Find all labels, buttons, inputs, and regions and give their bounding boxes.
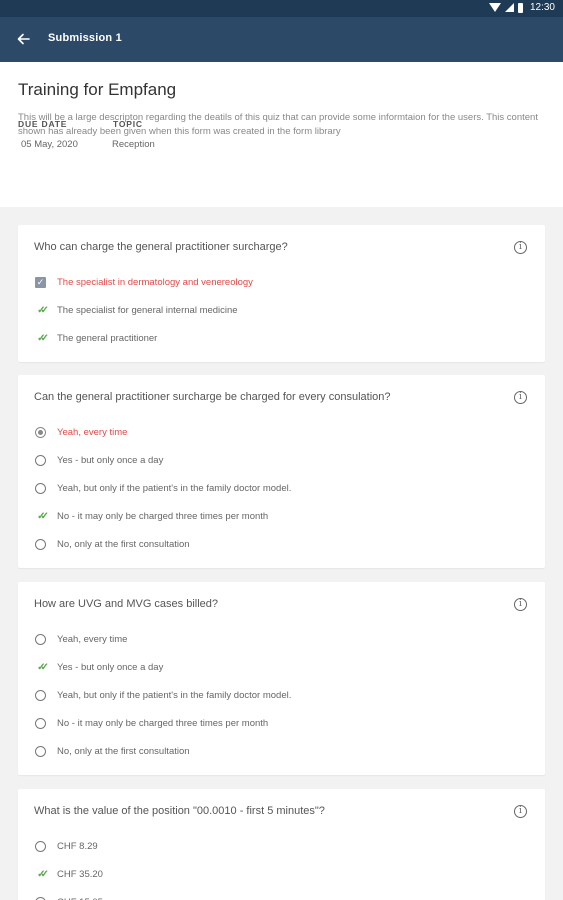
question-card: What is the value of the position "00.00… [18,789,545,900]
app-bar: Submission 1 [0,17,563,62]
radio-unselected-icon [34,896,47,900]
answer-label: CHF 8.29 [57,840,98,852]
correct-double-check-icon: ✓✓ [34,332,49,345]
topic-label: TOPIC [113,119,143,129]
radio-unselected-icon [34,482,47,495]
due-date-label: DUE DATE [18,119,68,129]
answer-option[interactable]: No, only at the first consultation [34,744,190,758]
answer-label: The specialist in dermatology and venere… [57,276,253,288]
correct-double-check-icon-glyph: ✓✓ [37,304,49,316]
quiz-header: Training for Empfang This will be a larg… [0,62,563,207]
radio-unselected-icon-glyph [35,717,46,729]
answer-label: Yeah, every time [57,426,128,438]
correct-double-check-icon: ✓✓ [34,304,49,317]
status-icons: 12:30 [488,2,555,13]
radio-unselected-icon-glyph [35,689,46,701]
correct-double-check-icon-glyph: ✓✓ [37,661,49,673]
question-card: Can the general practitioner surcharge b… [18,375,545,568]
answer-option[interactable]: CHF 8.29 [34,839,98,853]
radio-unselected-icon-glyph [35,840,46,852]
answer-option[interactable]: No, only at the first consultation [34,537,190,551]
radio-unselected-icon [34,745,47,758]
answer-label: No - it may only be charged three times … [57,717,269,729]
radio-unselected-icon [34,633,47,646]
correct-double-check-icon: ✓✓ [34,510,49,523]
answer-label: No - it may only be charged three times … [57,510,269,522]
answer-option[interactable]: Yeah, every time [34,632,127,646]
app-bar-title: Submission 1 [48,32,122,44]
radio-unselected-icon-glyph [35,745,46,757]
battery-icon [517,2,523,13]
info-icon[interactable]: i [514,805,527,818]
radio-unselected-icon-glyph [35,538,46,550]
radio-selected-icon-glyph [35,426,46,438]
correct-double-check-icon: ✓✓ [34,661,49,674]
radio-unselected-icon [34,717,47,730]
answer-label: CHF 35.20 [57,868,103,880]
answer-option[interactable]: ✓✓ The specialist for general internal me… [34,303,238,317]
quiz-title: Training for Empfang [18,80,177,99]
wifi-icon [488,3,501,12]
radio-unselected-icon [34,538,47,551]
question-text: Who can charge the general practitioner … [34,241,288,253]
quiz-description: This will be a large descripton regardin… [18,112,538,137]
answer-label: CHF 15.05 [57,897,103,900]
answer-option[interactable]: Yeah, every time [34,425,127,439]
answer-option[interactable]: Yeah, but only if the patient's in the f… [34,688,291,702]
answer-label: No, only at the first consultation [57,538,190,550]
correct-double-check-icon-glyph: ✓✓ [37,332,49,344]
answer-option[interactable]: Yeah, but only if the patient's in the f… [34,481,291,495]
answer-option[interactable]: ✓✓ The general practitioner [34,331,157,345]
answer-label: Yes - but only once a day [57,454,164,466]
radio-unselected-icon-glyph [35,633,46,645]
signal-icon [504,3,514,12]
info-icon[interactable]: i [514,391,527,404]
question-card: Who can charge the general practitioner … [18,225,545,362]
correct-double-check-icon-glyph: ✓✓ [37,510,49,522]
answer-option[interactable]: ✓✓ Yes - but only once a day [34,660,163,674]
due-date-value: 05 May, 2020 [21,139,78,150]
answer-option[interactable]: ✓✓ CHF 35.20 [34,867,103,881]
question-text: What is the value of the position "00.00… [34,805,325,817]
answer-label: The general practitioner [57,332,158,344]
back-arrow-icon[interactable] [14,29,34,49]
radio-unselected-icon-glyph [35,896,46,900]
status-time: 12:30 [529,2,555,13]
checkbox-checked-icon-glyph: ✓ [35,276,46,288]
radio-unselected-icon [34,689,47,702]
radio-unselected-icon-glyph [35,482,46,494]
answer-option[interactable]: ✓ The specialist in dermatology and vener… [34,275,253,289]
answer-option[interactable]: No - it may only be charged three times … [34,716,268,730]
question-text: How are UVG and MVG cases billed? [34,598,219,610]
answer-option[interactable]: ✓✓ No - it may only be charged three time… [34,509,268,523]
correct-double-check-icon-glyph: ✓✓ [37,868,49,880]
topic-value: Reception [112,139,155,150]
radio-unselected-icon [34,454,47,467]
status-bar: 12:30 [0,0,563,17]
radio-selected-icon [34,426,47,439]
answer-label: No, only at the first consultation [57,745,190,757]
correct-double-check-icon: ✓✓ [34,868,49,881]
answer-option[interactable]: CHF 15.05 [34,895,103,900]
answer-option[interactable]: Yes - but only once a day [34,453,163,467]
answer-label: The specialist for general internal medi… [57,304,238,316]
answer-label: Yes - but only once a day [57,661,164,673]
answer-label: Yeah, every time [57,633,128,645]
radio-unselected-icon [34,840,47,853]
question-text: Can the general practitioner surcharge b… [34,391,391,403]
radio-unselected-icon-glyph [35,454,46,466]
answer-label: Yeah, but only if the patient's in the f… [57,482,292,494]
answer-label: Yeah, but only if the patient's in the f… [57,689,292,701]
info-icon[interactable]: i [514,598,527,611]
checkbox-checked-icon: ✓ [34,276,47,289]
info-icon[interactable]: i [514,241,527,254]
question-card: How are UVG and MVG cases billed? i Yeah, … [18,582,545,775]
